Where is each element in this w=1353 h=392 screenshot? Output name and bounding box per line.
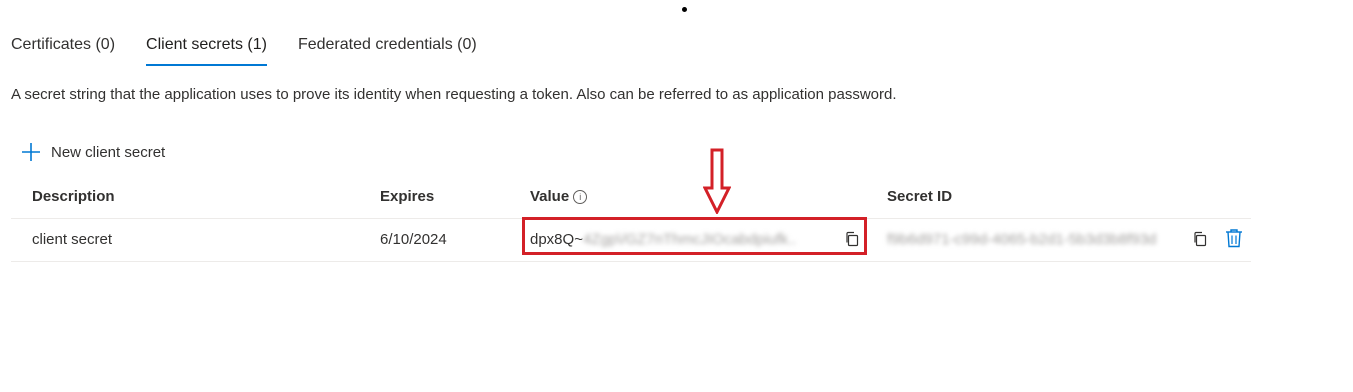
secret-expires: 6/10/2024 xyxy=(380,231,447,248)
copy-secret-id-icon[interactable] xyxy=(1192,231,1208,247)
secret-id-redacted: f9b6d971-c99d-4065-b2d1-5b3d3b8f93d xyxy=(887,231,1157,248)
new-client-secret-button[interactable]: New client secret xyxy=(20,141,165,163)
tab-bar: Certificates (0) Client secrets (1) Fede… xyxy=(11,30,508,66)
column-header-secret-id: Secret ID xyxy=(887,188,953,205)
highlight-box xyxy=(522,217,867,255)
tab-federated-credentials[interactable]: Federated credentials (0) xyxy=(298,30,477,66)
column-header-value-label: Value xyxy=(530,188,570,205)
secret-id[interactable]: f9b6d971-c99d-4065-b2d1-5b3d3b8f93d xyxy=(887,231,1156,248)
secret-description: client secret xyxy=(32,231,113,248)
column-header-expires: Expires xyxy=(380,188,435,205)
tab-certificates[interactable]: Certificates (0) xyxy=(11,30,115,66)
tab-client-secrets[interactable]: Client secrets (1) xyxy=(146,30,267,66)
trash-icon[interactable] xyxy=(1225,228,1243,248)
down-arrow-icon xyxy=(703,148,731,214)
new-client-secret-label: New client secret xyxy=(51,143,166,161)
column-header-description: Description xyxy=(32,188,115,205)
column-header-value: Value i xyxy=(530,188,588,205)
plus-icon xyxy=(22,143,40,161)
decorative-dot xyxy=(682,7,687,12)
table-header-row: Description Expires Value i Secret ID xyxy=(11,176,1251,219)
section-description: A secret string that the application use… xyxy=(11,86,897,103)
info-icon[interactable]: i xyxy=(573,190,588,204)
